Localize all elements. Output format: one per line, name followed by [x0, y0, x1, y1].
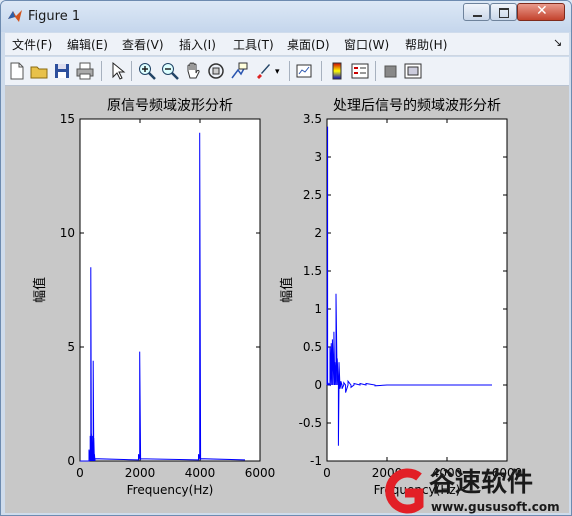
- close-icon: ✕: [536, 3, 548, 19]
- y-tick-label: 2.5: [303, 188, 322, 202]
- menu-edit[interactable]: 编辑(E): [67, 36, 108, 53]
- figure-toolbar: ▾: [5, 57, 569, 86]
- zoom-out-icon[interactable]: [160, 61, 180, 81]
- toolbar-separator: [101, 61, 102, 81]
- axes-box-2: [326, 118, 508, 462]
- menu-tools[interactable]: 工具(T): [233, 36, 274, 53]
- y-tick-label: 15: [60, 112, 75, 126]
- menu-window[interactable]: 窗口(W): [344, 36, 389, 53]
- y-tick-label: 3: [314, 150, 322, 164]
- zoom-in-icon[interactable]: [137, 61, 157, 81]
- menu-bar: 文件(F) 编辑(E) 查看(V) 插入(I) 工具(T) 桌面(D) 窗口(W…: [5, 33, 569, 56]
- y-tick-label: 5: [67, 340, 75, 354]
- y-tick-label: 10: [60, 226, 75, 240]
- brush-dropdown-icon[interactable]: ▾: [275, 67, 283, 87]
- print-icon[interactable]: [75, 61, 95, 81]
- watermark-logo: 谷速软件 www.gususoft.com: [385, 468, 560, 514]
- show-plot-tools-icon[interactable]: [403, 61, 423, 81]
- y-axis-label: 幅值: [32, 277, 48, 303]
- close-button[interactable]: ✕: [517, 3, 565, 21]
- chart-title: 处理后信号的频域波形分析: [333, 98, 501, 114]
- minimize-button[interactable]: [463, 3, 490, 21]
- rotate-3d-icon[interactable]: [206, 61, 226, 81]
- y-tick-label: -0.5: [299, 416, 322, 430]
- y-tick-label: 0: [67, 454, 75, 468]
- menu-desktop[interactable]: 桌面(D): [287, 36, 330, 53]
- menu-help[interactable]: 帮助(H): [405, 36, 447, 53]
- x-axis-label: Frequency(Hz): [127, 483, 214, 497]
- minimize-icon: [473, 15, 482, 17]
- chart-title: 原信号频域波形分析: [107, 98, 233, 114]
- x-tick-label: 2000: [125, 466, 156, 480]
- figure-window: Figure 1 ✕ 文件(F) 编辑(E) 查看(V) 插入(I) 工具(T)…: [0, 0, 572, 516]
- watermark-brand: 谷速软件: [429, 468, 533, 498]
- dock-arrow-icon[interactable]: ↘: [553, 36, 562, 49]
- arrow-cursor-icon[interactable]: [107, 61, 127, 81]
- toolbar-separator: [131, 61, 132, 81]
- watermark-url: www.gususoft.com: [431, 500, 560, 514]
- toolbar-separator: [321, 61, 322, 81]
- figure-canvas: 0 2000 4000 6000 0 5 10 15 原信号频域波形分析 Frequency(Hz…: [5, 86, 569, 513]
- y-tick-label: 1: [314, 302, 322, 316]
- link-plot-icon[interactable]: [295, 61, 315, 81]
- menu-view[interactable]: 查看(V): [122, 36, 164, 53]
- save-icon[interactable]: [52, 61, 72, 81]
- y-tick-label: 1.5: [303, 264, 322, 278]
- data-cursor-icon[interactable]: [229, 61, 249, 81]
- hide-plot-tools-icon[interactable]: [381, 61, 401, 81]
- maximize-icon: [499, 8, 509, 18]
- y-tick-label: 2: [314, 226, 322, 240]
- y-tick-label: -1: [310, 454, 322, 468]
- maximize-button[interactable]: [490, 3, 517, 21]
- plot-area: 0 2000 4000 6000051015原信号频域波形分析Frequency(Hz…: [32, 98, 522, 497]
- window-title: Figure 1: [28, 9, 81, 24]
- toolbar-separator: [289, 61, 290, 81]
- x-tick-label: 4000: [185, 466, 216, 480]
- menu-file[interactable]: 文件(F): [12, 36, 52, 53]
- y-tick-label: 0.5: [303, 340, 322, 354]
- colorbar-icon[interactable]: [327, 61, 347, 81]
- title-bar[interactable]: Figure 1 ✕: [1, 1, 571, 32]
- brush-icon[interactable]: [253, 61, 273, 81]
- pan-hand-icon[interactable]: [183, 61, 203, 81]
- x-tick-label: 0: [76, 466, 84, 480]
- x-tick-label: 0: [323, 466, 331, 480]
- menu-insert[interactable]: 插入(I): [179, 36, 216, 53]
- open-file-icon[interactable]: [29, 61, 49, 81]
- new-figure-icon[interactable]: [7, 61, 27, 81]
- y-tick-label: 0: [314, 378, 322, 392]
- y-axis-label: 幅值: [279, 277, 295, 303]
- legend-icon[interactable]: [350, 61, 370, 81]
- axes-box-1: [79, 118, 261, 462]
- x-tick-label: 6000: [245, 466, 276, 480]
- matlab-logo-icon: [8, 10, 22, 22]
- y-tick-label: 3.5: [303, 112, 322, 126]
- toolbar-separator: [375, 61, 376, 81]
